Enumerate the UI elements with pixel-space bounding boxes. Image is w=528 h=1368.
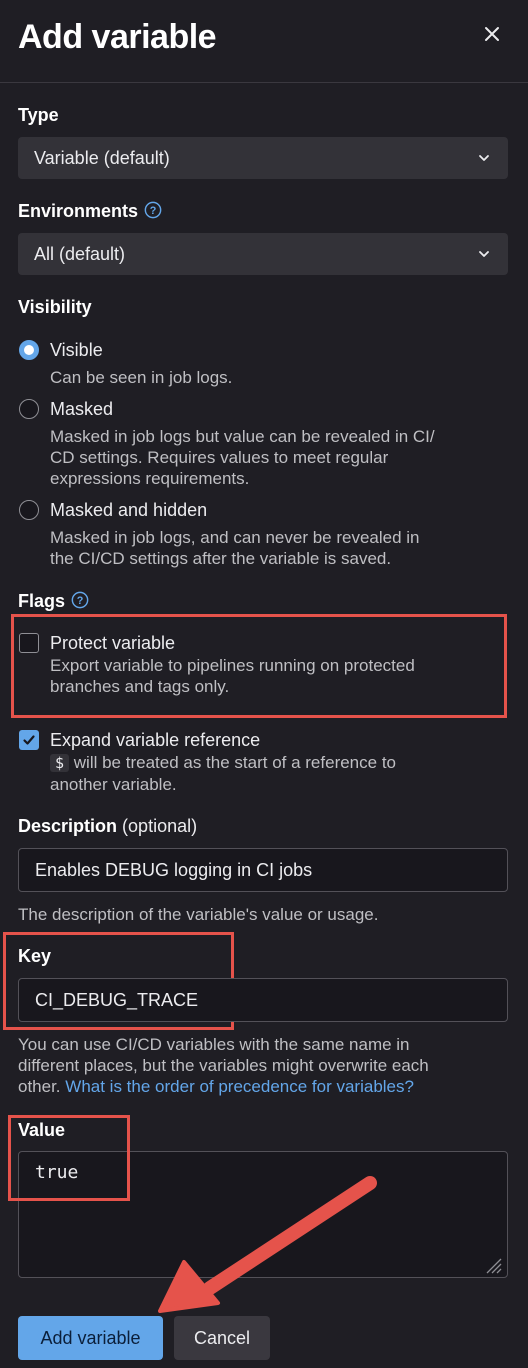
environments-label: Environments? bbox=[18, 201, 162, 222]
chevron-down-icon bbox=[479, 251, 489, 257]
key-input-value: CI_DEBUG_TRACE bbox=[35, 989, 199, 1010]
radio-visible-label: Visible bbox=[50, 340, 103, 360]
radio-masked-desc-3: expressions requirements. bbox=[50, 469, 250, 488]
radio-masked-hidden[interactable] bbox=[19, 500, 39, 520]
close-icon[interactable] bbox=[480, 22, 504, 46]
chevron-down-icon bbox=[479, 155, 489, 161]
type-selected-value: Variable (default) bbox=[34, 147, 170, 168]
radio-masked-hidden-desc-2: the CI/CD settings after the variable is… bbox=[50, 549, 392, 568]
type-label: Type bbox=[18, 105, 59, 125]
description-help: The description of the variable's value … bbox=[18, 905, 379, 924]
radio-masked[interactable] bbox=[19, 399, 39, 419]
protect-variable-desc-2: branches and tags only. bbox=[50, 677, 230, 696]
description-label: Description (optional) bbox=[18, 816, 197, 837]
expand-variable-checkbox[interactable] bbox=[19, 730, 39, 750]
precedence-link[interactable]: What is the order of precedence for vari… bbox=[65, 1077, 414, 1096]
environments-select[interactable]: All (default) bbox=[18, 233, 508, 275]
drawer-title: Add variable bbox=[18, 18, 217, 56]
description-input[interactable]: Enables DEBUG logging in CI jobs bbox=[18, 848, 508, 892]
resize-handle-icon[interactable] bbox=[483, 1255, 503, 1275]
help-icon[interactable]: ? bbox=[144, 201, 162, 219]
key-help-1: You can use CI/CD variables with the sam… bbox=[18, 1035, 410, 1054]
expand-variable-desc-1: $ will be treated as the start of a refe… bbox=[50, 752, 396, 774]
radio-masked-hidden-label: Masked and hidden bbox=[50, 500, 208, 520]
radio-visible-desc: Can be seen in job logs. bbox=[50, 368, 233, 387]
protect-variable-label: Protect variable bbox=[50, 633, 176, 653]
key-help-3-text: other. bbox=[18, 1077, 61, 1096]
radio-masked-desc-1: Masked in job logs but value can be reve… bbox=[50, 427, 435, 446]
protect-variable-desc-1: Export variable to pipelines running on … bbox=[50, 656, 415, 675]
radio-masked-label: Masked bbox=[50, 399, 114, 419]
description-optional: (optional) bbox=[122, 816, 198, 836]
svg-text:?: ? bbox=[150, 205, 157, 217]
add-variable-button[interactable]: Add variable bbox=[18, 1316, 163, 1360]
type-select[interactable]: Variable (default) bbox=[18, 137, 508, 179]
key-help-2: different places, but the variables migh… bbox=[18, 1056, 429, 1075]
flags-label: Flags? bbox=[18, 591, 89, 612]
expand-variable-desc-2: another variable. bbox=[50, 775, 177, 794]
highlight-value bbox=[8, 1115, 130, 1201]
visibility-label: Visibility bbox=[18, 297, 92, 317]
check-icon bbox=[23, 735, 35, 745]
key-label: Key bbox=[18, 946, 52, 966]
radio-visible[interactable] bbox=[19, 340, 39, 360]
environments-label-text: Environments bbox=[18, 201, 139, 221]
description-input-value: Enables DEBUG logging in CI jobs bbox=[35, 859, 313, 880]
expand-variable-label: Expand variable reference bbox=[50, 730, 261, 750]
description-label-text: Description bbox=[18, 816, 118, 836]
dollar-code: $ bbox=[50, 754, 70, 772]
radio-masked-desc-2: CD settings. Requires values to meet reg… bbox=[50, 448, 389, 467]
key-help-3: other. What is the order of precedence f… bbox=[18, 1076, 414, 1097]
help-icon[interactable]: ? bbox=[71, 591, 89, 609]
header-divider bbox=[0, 82, 528, 83]
protect-variable-checkbox[interactable] bbox=[19, 633, 39, 653]
radio-masked-hidden-desc-1: Masked in job logs, and can never be rev… bbox=[50, 528, 420, 547]
key-input[interactable]: CI_DEBUG_TRACE bbox=[18, 978, 508, 1022]
flags-label-text: Flags bbox=[18, 591, 66, 611]
svg-text:?: ? bbox=[77, 595, 84, 607]
environments-selected-value: All (default) bbox=[34, 243, 126, 264]
expand-variable-desc-rest: will be treated as the start of a refere… bbox=[73, 753, 396, 772]
cancel-button[interactable]: Cancel bbox=[174, 1316, 270, 1360]
